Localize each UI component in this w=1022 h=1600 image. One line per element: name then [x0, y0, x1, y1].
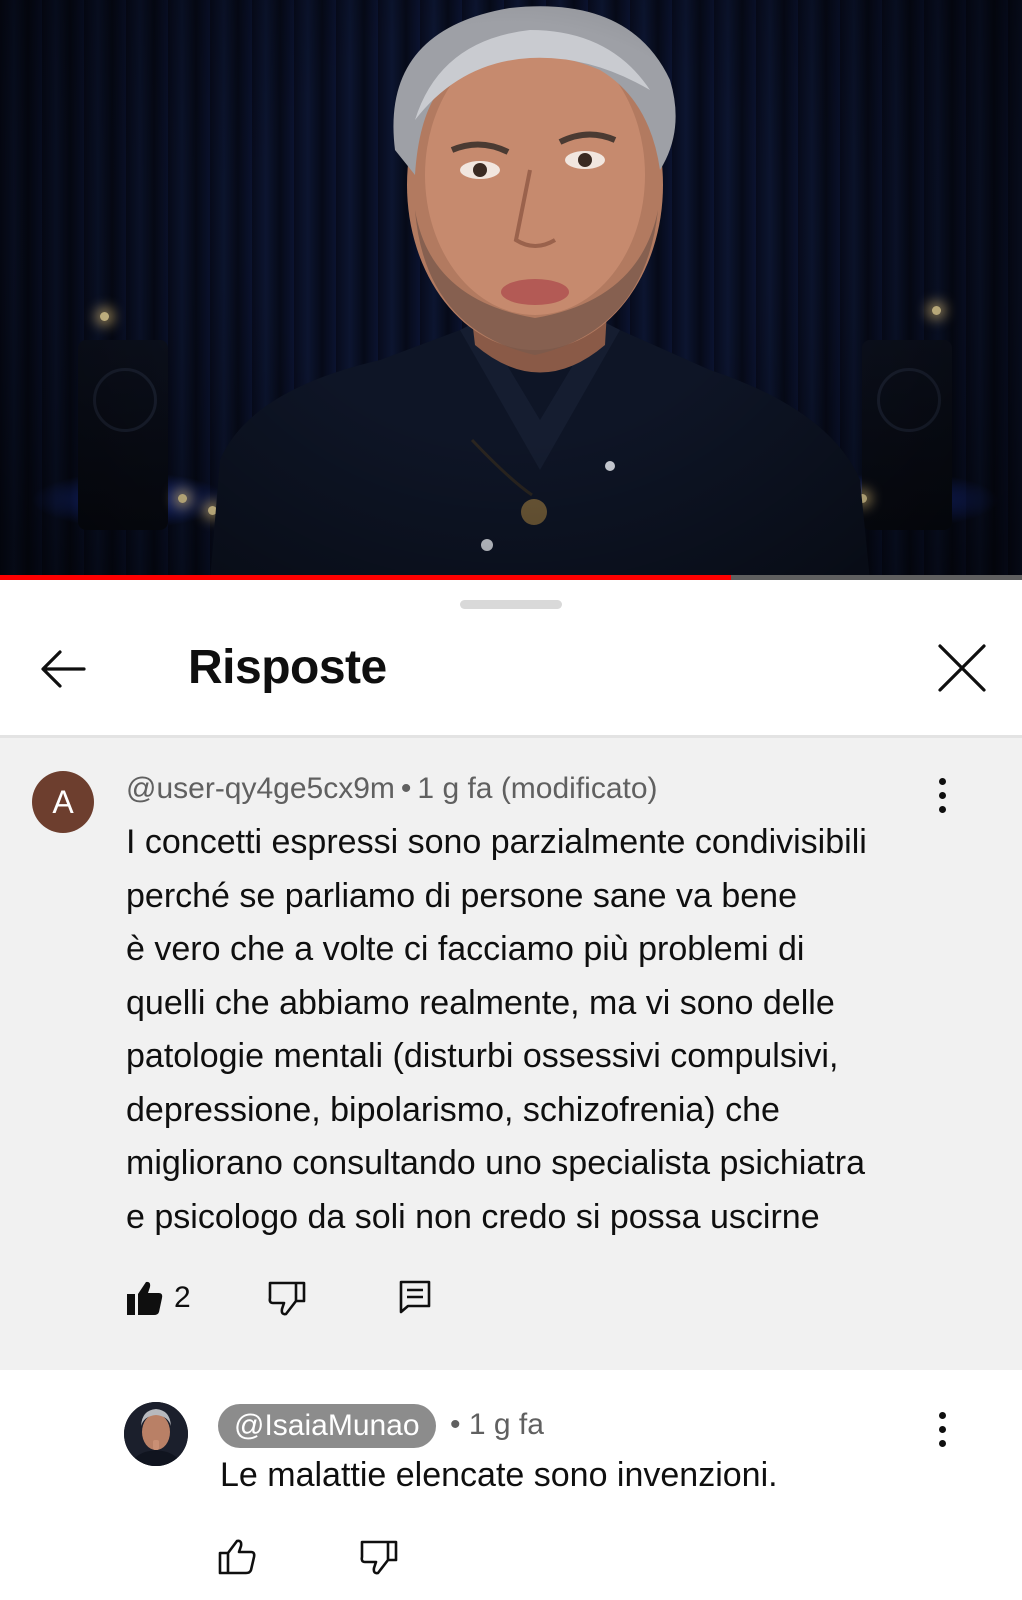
comment-icon: [399, 1280, 431, 1314]
comment-author[interactable]: @user-qy4ge5cx9m: [126, 772, 395, 805]
video-player[interactable]: [0, 0, 1022, 580]
thumbs-down-icon: [360, 1540, 398, 1575]
sheet-drag-handle[interactable]: [460, 600, 562, 609]
comment-line: I concetti espressi sono parzialmente co…: [126, 823, 867, 861]
comment-line: patologie mentali (disturbi ossessivi co…: [126, 1037, 839, 1075]
thumbs-down-icon: [268, 1281, 306, 1316]
reply-more-button[interactable]: [924, 1412, 960, 1462]
avatar[interactable]: [124, 1402, 188, 1466]
reply-comment: @IsaiaMunao • 1 g fa Le malattie elencat…: [0, 1370, 1022, 1600]
sheet-title: Risposte: [188, 641, 387, 694]
avatar[interactable]: A: [32, 771, 94, 833]
author-handle-badge[interactable]: @IsaiaMunao: [218, 1404, 436, 1448]
sheet-header: Risposte: [0, 620, 1022, 716]
comment-body: I concetti espressi sono parzialmente co…: [126, 816, 946, 1244]
like-count: 2: [174, 1281, 191, 1314]
comment-line: quelli che abbiamo realmente, ma vi sono…: [126, 983, 835, 1022]
dislike-button[interactable]: [360, 1532, 398, 1582]
more-vert-icon: [938, 778, 946, 785]
arrow-left-icon: [41, 650, 86, 688]
comment-line: migliorano consultando uno specialista p…: [126, 1144, 865, 1182]
replies-sheet: Risposte A @user-qy4ge5cx9m • 1 g fa (modi…: [0, 580, 1022, 1600]
thumbs-up-filled-icon: [127, 1281, 163, 1315]
comment-time: 1 g fa (modificato): [417, 772, 658, 805]
close-button[interactable]: [934, 640, 990, 696]
dislike-button[interactable]: [268, 1273, 306, 1323]
comment-line: perché se parliamo di persone sane va be…: [126, 876, 797, 915]
channel-avatar-image: [124, 1402, 188, 1466]
comment-line: e psicologo da soli non credo si possa u…: [126, 1197, 820, 1236]
parent-comment: A @user-qy4ge5cx9m • 1 g fa (modificato) I…: [0, 738, 1022, 1370]
video-vignette: [0, 0, 1022, 580]
meta-separator: •: [450, 1408, 461, 1441]
comment-line: è vero che a volte ci facciamo più probl…: [126, 930, 805, 968]
reply-actions: [218, 1532, 518, 1582]
thumbs-up-icon: [218, 1539, 256, 1575]
reply-button[interactable]: [398, 1273, 432, 1323]
comment-actions: 2: [126, 1273, 526, 1323]
more-vert-icon: [938, 1412, 946, 1419]
like-button[interactable]: [218, 1532, 256, 1582]
meta-separator: •: [400, 772, 412, 805]
back-button[interactable]: [38, 644, 88, 694]
reply-time: 1 g fa: [468, 1408, 544, 1441]
comment-meta: @user-qy4ge5cx9m • 1 g fa (modificato): [126, 772, 658, 806]
like-button[interactable]: 2: [126, 1273, 191, 1323]
comment-line: depressione, bipolarismo, schizofrenia) …: [126, 1090, 780, 1129]
reply-body: Le malattie elencate sono invenzioni.: [220, 1456, 778, 1494]
reply-meta: • 1 g fa: [450, 1408, 544, 1442]
close-icon: [938, 644, 986, 692]
